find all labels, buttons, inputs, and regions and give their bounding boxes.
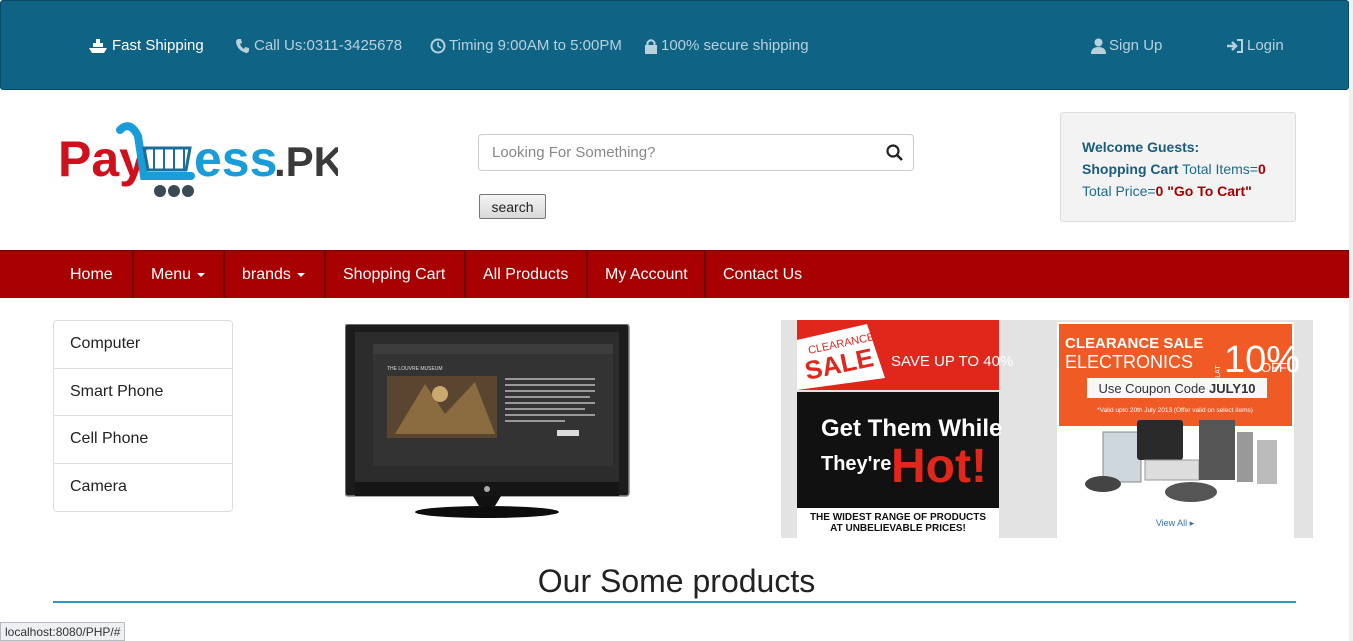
secure-shipping: 100% secure shipping bbox=[644, 37, 809, 54]
timing: Timing 9:00AM to 5:00PM bbox=[430, 37, 622, 54]
search-button[interactable]: search bbox=[479, 194, 546, 219]
nav-shopping-cart[interactable]: Shopping Cart bbox=[326, 251, 466, 298]
browser-status-url: localhost:8080/PHP/# bbox=[0, 622, 126, 641]
top-info-bar: Fast Shipping Call Us:0311-3425678 Timin… bbox=[0, 0, 1349, 90]
category-computer[interactable]: Computer bbox=[54, 321, 232, 369]
search-icon[interactable] bbox=[886, 144, 903, 161]
sign-up-link[interactable]: Sign Up bbox=[1091, 37, 1162, 54]
clock-icon bbox=[430, 38, 446, 53]
welcome-title: Welcome Guests: bbox=[1082, 139, 1200, 155]
login-link[interactable]: Login bbox=[1226, 37, 1284, 54]
scrollbar[interactable] bbox=[1349, 0, 1353, 641]
phone-icon bbox=[236, 38, 249, 53]
nav-contact-us[interactable]: Contact Us bbox=[706, 251, 818, 298]
total-items-value: 0 bbox=[1257, 161, 1266, 177]
login-icon bbox=[1227, 38, 1243, 53]
svg-text:THE WIDEST RANGE OF PRODUCTS: THE WIDEST RANGE OF PRODUCTS bbox=[810, 512, 986, 523]
svg-text:OFF: OFF bbox=[1261, 360, 1287, 375]
nav-my-account[interactable]: My Account bbox=[588, 251, 706, 298]
nav-menu-dropdown[interactable]: Menu bbox=[134, 251, 225, 298]
go-to-cart-link[interactable]: "Go To Cart" bbox=[1163, 183, 1252, 199]
fast-shipping: Fast Shipping bbox=[87, 37, 204, 54]
lock-icon bbox=[645, 38, 657, 54]
section-heading: Our Some products bbox=[537, 563, 816, 599]
category-smart-phone[interactable]: Smart Phone bbox=[54, 369, 232, 416]
caret-down-icon bbox=[296, 272, 305, 277]
heading-underline bbox=[53, 601, 1296, 603]
svg-text:CLEARANCE SALE: CLEARANCE SALE bbox=[1065, 335, 1203, 352]
tv-product-image[interactable]: THE LOUVRE MUSEUM bbox=[344, 323, 630, 520]
svg-text:Pay: Pay bbox=[58, 131, 147, 187]
main-navbar: Home Menu brands Shopping Cart All Produ… bbox=[0, 250, 1353, 298]
category-camera[interactable]: Camera bbox=[54, 464, 232, 512]
svg-text:Hot!: Hot! bbox=[891, 440, 987, 493]
shopping-cart-label[interactable]: Shopping Cart bbox=[1082, 161, 1178, 177]
search-input[interactable] bbox=[479, 135, 869, 170]
category-list: Computer Smart Phone Cell Phone Camera bbox=[53, 320, 233, 512]
user-icon bbox=[1091, 38, 1106, 54]
svg-text:*Valid upto 20th July 2013 (Of: *Valid upto 20th July 2013 (Offer valid … bbox=[1097, 407, 1253, 414]
nav-brands-dropdown[interactable]: brands bbox=[225, 251, 326, 298]
svg-text:THE LOUVRE MUSEUM: THE LOUVRE MUSEUM bbox=[387, 366, 443, 372]
nav-home[interactable]: Home bbox=[53, 251, 134, 298]
site-logo[interactable]: Pay ess .PK bbox=[56, 118, 344, 202]
welcome-panel: Welcome Guests: Shopping Cart Total Item… bbox=[1060, 112, 1296, 222]
ship-icon bbox=[89, 38, 107, 53]
svg-text:AT UNBELIEVABLE PRICES!: AT UNBELIEVABLE PRICES! bbox=[830, 523, 966, 534]
promo-banner[interactable]: CLEARANCE SALE SAVE UP TO 40% Get Them W… bbox=[781, 320, 1313, 538]
svg-text:They're: They're bbox=[821, 453, 891, 475]
svg-text:.PK: .PK bbox=[274, 138, 338, 185]
caret-down-icon bbox=[197, 272, 206, 277]
svg-text:View All ▸: View All ▸ bbox=[1156, 518, 1195, 528]
svg-text:ess: ess bbox=[194, 131, 277, 187]
svg-text:ELECTRONICS: ELECTRONICS bbox=[1065, 352, 1193, 372]
svg-text:SAVE UP TO 40%: SAVE UP TO 40% bbox=[891, 353, 1013, 370]
svg-text:Use Coupon Code JULY10: Use Coupon Code JULY10 bbox=[1098, 381, 1255, 396]
search-box bbox=[478, 134, 914, 171]
nav-all-products[interactable]: All Products bbox=[466, 251, 588, 298]
category-cell-phone[interactable]: Cell Phone bbox=[54, 416, 232, 464]
svg-text:Get Them While: Get Them While bbox=[821, 415, 1002, 442]
call-us: Call Us:0311-3425678 bbox=[235, 37, 402, 54]
